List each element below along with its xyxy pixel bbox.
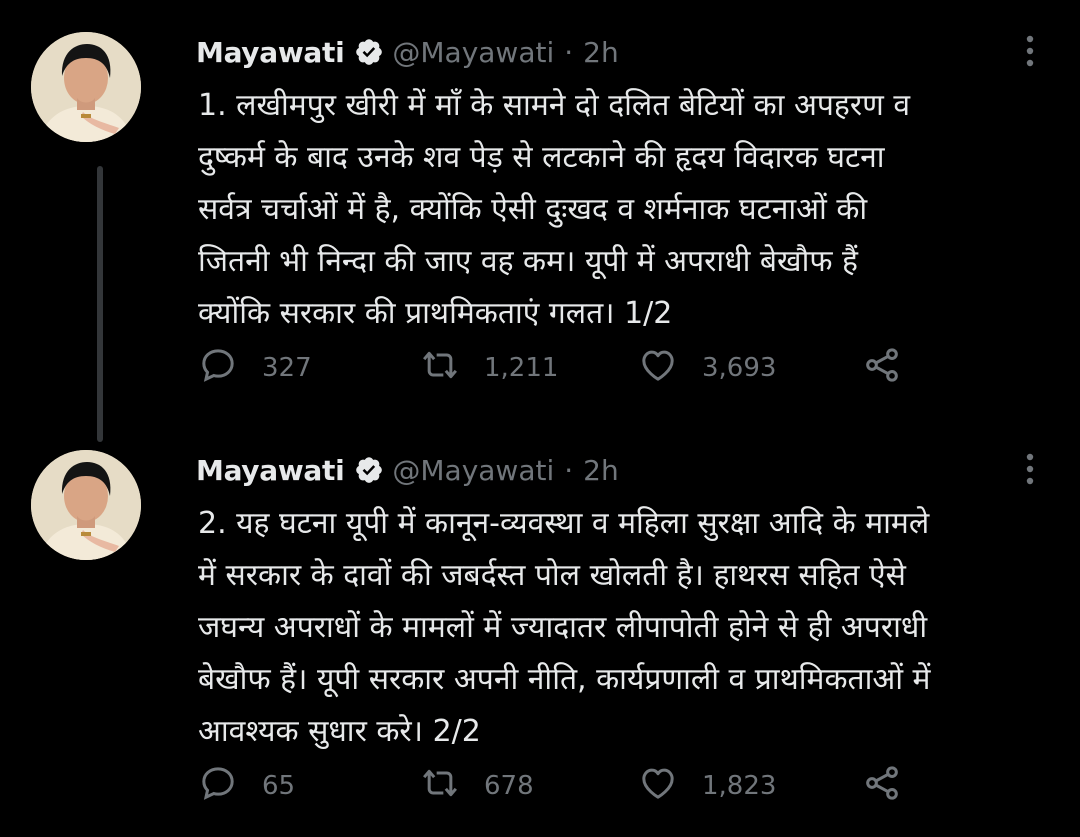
- tweet-actions: 65 678 1,823: [198, 764, 918, 808]
- tweet-text: 2. यह घटना यूपी में कानून-व्यवस्था व महि…: [198, 506, 931, 749]
- tweet-header: Mayawati @Mayawati · 2h: [196, 446, 619, 494]
- retweet-button[interactable]: 678: [420, 764, 534, 808]
- tweet[interactable]: Mayawati @Mayawati · 2h 2. यह घटना यूपी …: [0, 418, 1080, 837]
- author-handle[interactable]: @Mayawati: [392, 36, 554, 69]
- author-name[interactable]: Mayawati: [196, 454, 345, 487]
- tweet-thread: Mayawati @Mayawati · 2h 1. लखीमपुर खीरी …: [0, 0, 1080, 837]
- tweet-actions: 327 1,211 3,693: [198, 346, 918, 390]
- avatar[interactable]: [31, 32, 141, 142]
- retweet-count: 1,211: [484, 353, 559, 383]
- tweet-text: 1. लखीमपुर खीरी में माँ के सामने दो दलित…: [198, 88, 911, 331]
- more-options-icon[interactable]: [1020, 450, 1040, 490]
- author-name[interactable]: Mayawati: [196, 36, 345, 69]
- thread-connector-line: [97, 166, 103, 442]
- retweet-icon: [420, 763, 484, 810]
- separator-dot: ·: [564, 453, 574, 487]
- retweet-button[interactable]: 1,211: [420, 346, 558, 390]
- share-icon: [862, 345, 926, 392]
- reply-button[interactable]: 327: [198, 346, 312, 390]
- reply-count: 65: [262, 771, 296, 801]
- like-icon: [638, 763, 702, 810]
- verified-badge-icon: [354, 37, 384, 67]
- timestamp[interactable]: 2h: [583, 454, 619, 487]
- more-options-icon[interactable]: [1020, 32, 1040, 72]
- like-count: 1,823: [702, 771, 777, 801]
- like-icon: [638, 345, 702, 392]
- avatar[interactable]: [31, 450, 141, 560]
- share-button[interactable]: [862, 346, 926, 390]
- separator-dot: ·: [564, 35, 574, 69]
- reply-count: 327: [262, 353, 312, 383]
- share-button[interactable]: [862, 764, 926, 808]
- like-count: 3,693: [702, 353, 777, 383]
- like-button[interactable]: 3,693: [638, 346, 776, 390]
- tweet-header: Mayawati @Mayawati · 2h: [196, 28, 619, 76]
- author-handle[interactable]: @Mayawati: [392, 454, 554, 487]
- retweet-count: 678: [484, 771, 534, 801]
- share-icon: [862, 763, 926, 810]
- tweet[interactable]: Mayawati @Mayawati · 2h 1. लखीमपुर खीरी …: [0, 0, 1080, 442]
- like-button[interactable]: 1,823: [638, 764, 776, 808]
- verified-badge-icon: [354, 455, 384, 485]
- retweet-icon: [420, 345, 484, 392]
- reply-button[interactable]: 65: [198, 764, 295, 808]
- reply-icon: [198, 345, 262, 392]
- timestamp[interactable]: 2h: [583, 36, 619, 69]
- reply-icon: [198, 763, 262, 810]
